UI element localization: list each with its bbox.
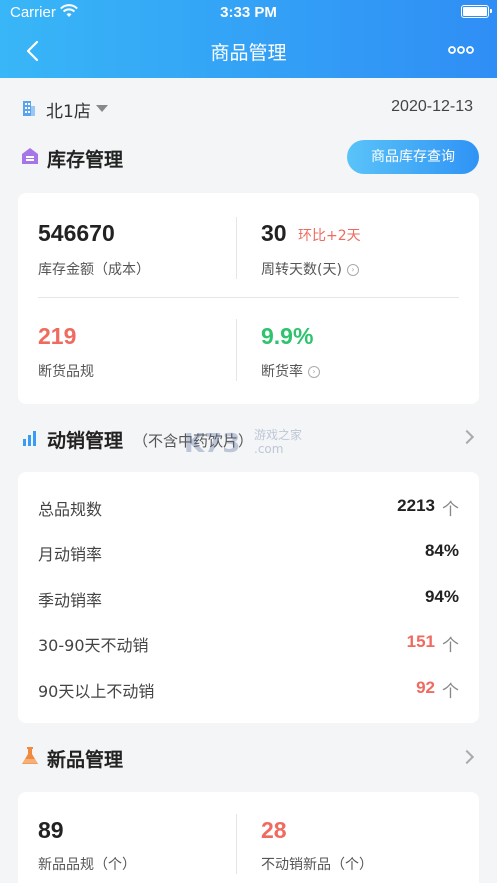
inventory-value-label: 库存金额（成本） — [38, 262, 150, 278]
total-sku-unit: 个 — [442, 500, 459, 520]
idle-30-90-value: 151 — [406, 632, 435, 651]
out-of-stock-sku-value: 219 — [38, 323, 77, 349]
turnover-days-label: 周转天数(天) › — [261, 259, 359, 279]
watermark-logo: K73 游戏之家 .com — [184, 427, 302, 458]
idle-new-sku-label: 不动销新品（个） — [261, 857, 373, 873]
battery-icon — [461, 5, 492, 18]
divider — [38, 297, 459, 298]
warehouse-icon — [22, 148, 38, 164]
status-bar: Carrier 3:33 PM — [0, 0, 497, 26]
sales-section-title: 动销管理 — [47, 430, 124, 452]
svg-text:.com: .com — [254, 442, 283, 456]
monthly-sell-through-value: 84% — [424, 541, 459, 560]
store-row: 北1店 2020-12-13 — [20, 96, 477, 122]
total-sku-value: 2213 — [397, 496, 435, 515]
more-dots-icon[interactable] — [447, 40, 475, 60]
idle-30-90-unit: 个 — [442, 636, 459, 656]
new-products-card: 89 新品品规（个） 28 不动销新品（个） — [18, 792, 479, 883]
app-header: Carrier 3:33 PM 商品管理 — [0, 0, 497, 78]
idle-90-plus-label: 90天以上不动销 — [38, 682, 155, 701]
sales-card: 总品规数 2213 个 月动销率 84% 季动销率 94% 30-90天不动销 … — [18, 472, 479, 723]
idle-new-sku-value: 28 — [261, 817, 287, 843]
info-icon[interactable]: › — [308, 366, 320, 378]
inventory-card: 546670 库存金额（成本） 30 环比+2天 周转天数(天) › 219 断货… — [18, 193, 479, 404]
out-of-stock-rate-label: 断货率 › — [261, 361, 320, 381]
new-products-section-title: 新品管理 — [47, 749, 124, 771]
flask-icon — [22, 747, 38, 764]
quarterly-sell-through-label: 季动销率 — [38, 591, 103, 610]
clock: 3:33 PM — [220, 4, 277, 21]
out-of-stock-sku-label: 断货品规 — [38, 364, 94, 380]
date-label: 2020-12-13 — [391, 98, 473, 115]
divider — [236, 319, 237, 381]
new-sku-value: 89 — [38, 817, 64, 843]
caret-down-icon — [96, 105, 108, 112]
quarterly-sell-through-value: 94% — [424, 587, 459, 606]
turnover-days-value: 30 — [261, 220, 287, 246]
building-icon — [23, 101, 35, 116]
chevron-right-icon — [459, 429, 475, 445]
bar-chart-icon — [23, 431, 36, 446]
out-of-stock-rate-value: 9.9% — [261, 323, 314, 349]
store-name: 北1店 — [46, 102, 91, 122]
divider — [236, 217, 237, 279]
total-sku-label: 总品规数 — [38, 500, 103, 519]
monthly-sell-through-label: 月动销率 — [38, 545, 103, 564]
svg-text:K73: K73 — [184, 429, 240, 458]
info-icon[interactable]: › — [346, 264, 359, 276]
inventory-value: 546670 — [38, 220, 115, 246]
page-title: 商品管理 — [210, 42, 287, 64]
idle-90-plus-value: 92 — [416, 678, 435, 697]
chevron-right-icon — [459, 749, 475, 765]
new-sku-label: 新品品规（个） — [38, 857, 136, 873]
idle-90-plus-unit: 个 — [442, 682, 459, 702]
divider — [236, 814, 237, 874]
svg-text:游戏之家: 游戏之家 — [254, 427, 302, 442]
inventory-query-button[interactable]: 商品库存查询 — [347, 140, 479, 174]
idle-30-90-label: 30-90天不动销 — [38, 636, 149, 655]
inventory-section-title: 库存管理 — [47, 149, 124, 171]
turnover-change: 环比+2天 — [298, 228, 361, 244]
